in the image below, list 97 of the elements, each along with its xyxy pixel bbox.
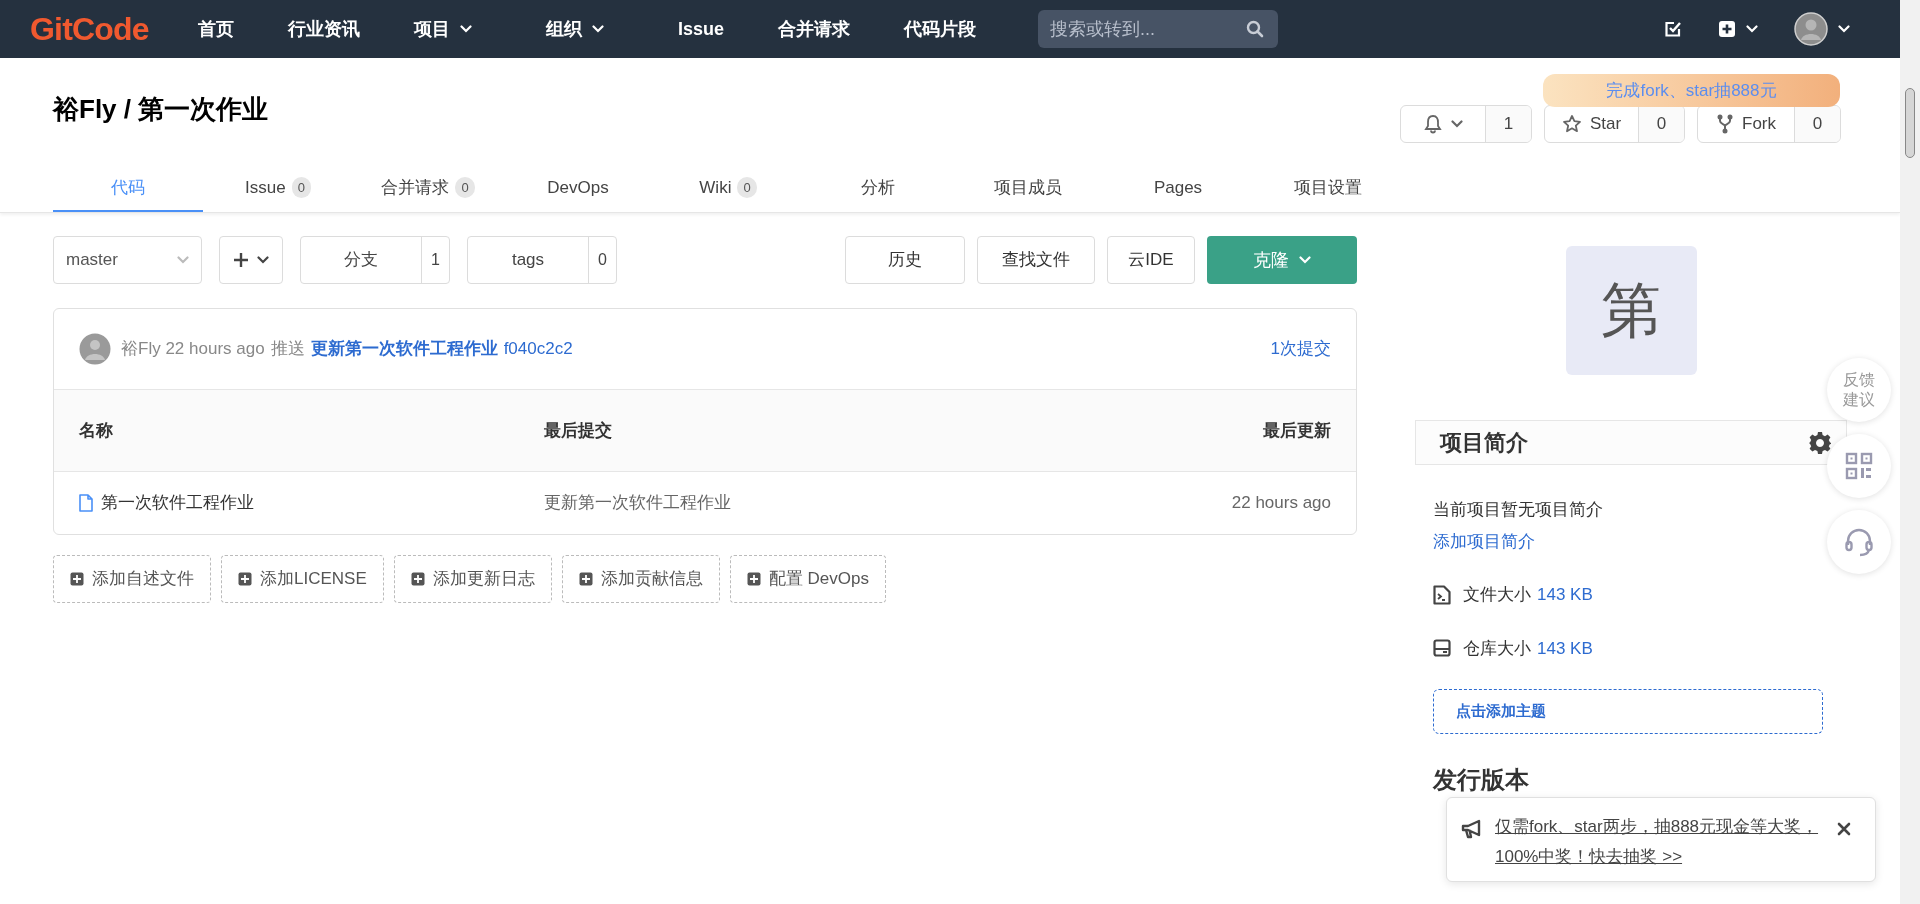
add-description-link[interactable]: 添加项目简介 (1433, 528, 1829, 554)
toolbar-button[interactable]: 云IDE (1107, 236, 1195, 284)
add-file-button[interactable]: 添加更新日志 (393, 555, 552, 603)
tab[interactable]: 合并请求 0 (353, 165, 503, 212)
plus-square-icon (746, 572, 761, 586)
nav-link[interactable]: 组织 (546, 15, 604, 43)
fork-icon (1716, 113, 1734, 135)
caret-icon (177, 256, 189, 264)
user-avatar (79, 333, 111, 365)
caret-icon (1451, 120, 1463, 128)
user-avatar (1794, 12, 1828, 46)
branches-button[interactable]: 分支 1 (300, 236, 450, 284)
drive-icon (1433, 639, 1451, 658)
stat-label: 仓库大小 (1463, 637, 1531, 660)
stat-label: 文件大小 (1463, 584, 1531, 606)
nav-link[interactable]: 行业资讯 (288, 15, 360, 43)
table-cell-text: 更新第一次软件工程作业 (544, 492, 732, 515)
fork-button[interactable]: Fork 0 (1697, 105, 1841, 143)
logo[interactable]: GitCode (30, 13, 160, 45)
plus-square-icon (70, 572, 84, 586)
nav-link[interactable]: 代码片段 (904, 15, 977, 43)
tab[interactable]: DevOps (503, 165, 653, 212)
commit-message-link[interactable]: 更新第一次软件工程作业 (310, 336, 498, 362)
plus-square-icon (578, 572, 593, 586)
tab[interactable]: 项目设置 (1253, 165, 1403, 212)
count-label: 0 (1638, 106, 1684, 142)
caret-icon (1838, 25, 1850, 33)
bell-icon (1423, 114, 1443, 134)
add-file-button[interactable]: 添加自述文件 (53, 555, 211, 603)
checklist-icon[interactable] (1664, 20, 1682, 38)
caret-icon (592, 25, 604, 33)
star-button[interactable]: Star 0 (1544, 105, 1685, 143)
commit-count-link[interactable]: 1次提交 (1270, 336, 1331, 362)
settings-icon[interactable] (1808, 430, 1832, 455)
count-label: 1 (1485, 106, 1531, 142)
count-label: 1 (421, 237, 449, 283)
search-icon (1246, 20, 1265, 38)
tab[interactable]: Issue 0 (203, 165, 353, 212)
add-menu-button[interactable] (219, 236, 283, 284)
count-badge: 0 (455, 176, 475, 199)
search-field[interactable]: 搜索或转到... (1038, 10, 1279, 48)
megaphone-icon (1461, 818, 1483, 840)
support-button[interactable] (1827, 510, 1891, 574)
headset-icon (1844, 527, 1874, 557)
toolbar-button[interactable]: 查找文件 (977, 236, 1095, 284)
column-header: 名称 (79, 419, 114, 442)
nav-link[interactable]: Issue (678, 15, 725, 43)
toolbar-button[interactable]: 历史 (845, 236, 965, 284)
caret-icon (1299, 256, 1311, 264)
table-cell-text: 22 hours ago (1230, 492, 1331, 515)
description-text: 当前项目暂无项目简介 (1433, 499, 1604, 521)
nav-link[interactable]: 首页 (198, 15, 234, 43)
nav-link[interactable]: 项目 (414, 15, 472, 43)
add-topic-button[interactable]: 点击添加主题 (1433, 689, 1823, 734)
watch-button[interactable]: 1 (1400, 105, 1532, 143)
commit-action: 推送 (270, 338, 305, 361)
file-icon (79, 494, 93, 512)
section-title: 项目简介 (1440, 429, 1528, 457)
count-badge: 0 (291, 176, 311, 199)
commit-author: 裕Fly 22 hours ago (121, 338, 265, 361)
plus-icon (1718, 20, 1736, 38)
caret-icon (1746, 25, 1758, 33)
plus-icon (233, 252, 249, 268)
stat-value: 143 KB (1537, 584, 1593, 606)
project-avatar: 第 (1565, 246, 1697, 375)
tab[interactable]: 分析 (803, 165, 953, 212)
column-header: 最后提交 (544, 419, 613, 442)
file-icon (1433, 584, 1451, 605)
section-title: 发行版本 (1433, 765, 1530, 795)
add-file-button[interactable]: 配置 DevOps (729, 555, 886, 603)
star-icon (1561, 114, 1582, 134)
count-label: 0 (588, 237, 616, 283)
caret-icon (257, 256, 269, 264)
count-label: 0 (1794, 106, 1840, 142)
column-header: 最后更新 (1262, 419, 1331, 442)
user-menu-button[interactable] (1794, 12, 1850, 46)
add-file-button[interactable]: 添加LICENSE (221, 555, 384, 603)
add-file-button[interactable]: 添加贡献信息 (561, 555, 720, 603)
repo-title: 裕Fly / 第一次作业 (53, 93, 269, 126)
new-item-button[interactable] (1718, 20, 1758, 38)
stat-value: 143 KB (1537, 637, 1593, 660)
tab[interactable]: Wiki 0 (653, 165, 803, 212)
plus-square-icon (238, 572, 252, 586)
qr-code-icon (1845, 452, 1873, 480)
tags-button[interactable]: tags 0 (467, 236, 617, 284)
scrollbar-thumb[interactable] (1905, 88, 1915, 158)
caret-icon (460, 25, 472, 33)
plus-square-icon (410, 572, 425, 586)
close-icon[interactable] (1837, 822, 1851, 836)
commit-hash-link[interactable]: f040c2c2 (503, 336, 573, 362)
promotion-link[interactable]: 仅需fork、star两步，抽888元现金等大奖，100%中奖！快去抽奖 >> (1495, 812, 1825, 872)
branch-select[interactable]: master (53, 236, 202, 284)
nav-link[interactable]: 合并请求 (778, 15, 851, 43)
count-badge: 0 (737, 176, 757, 199)
tab[interactable]: Pages (1103, 165, 1253, 212)
tab[interactable]: 项目成员 (953, 165, 1103, 212)
file-name-link[interactable]: 第一次软件工程作业 (101, 490, 254, 516)
